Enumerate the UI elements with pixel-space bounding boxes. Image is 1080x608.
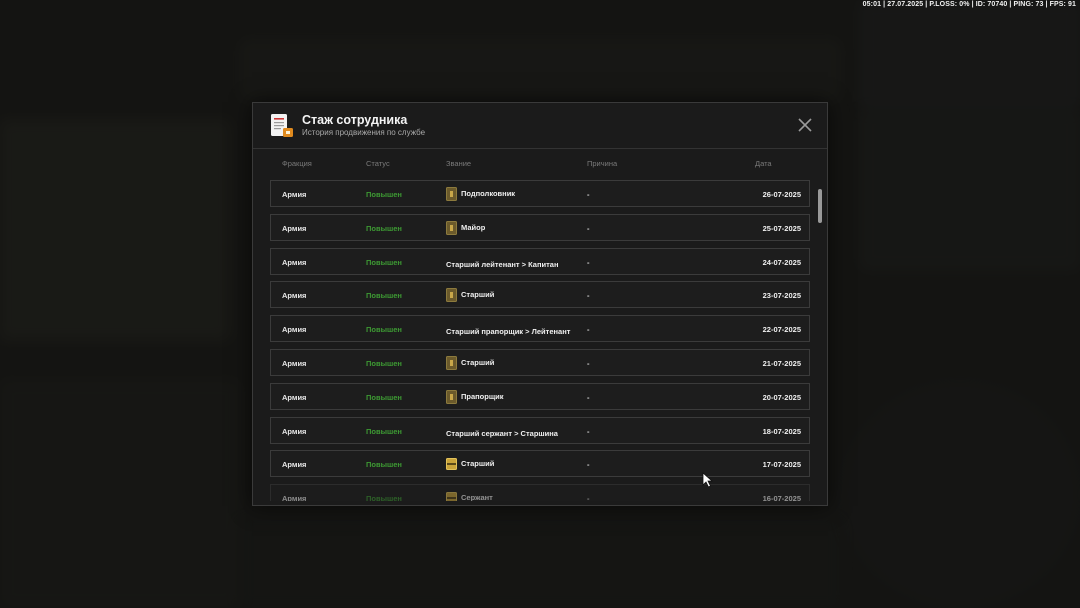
- cell-faction: Армия: [282, 426, 307, 436]
- table-header: Фракция Статус Звание Причина Дата: [253, 149, 827, 177]
- cell-faction: Армия: [282, 257, 307, 267]
- cell-date: 25-07-2025: [762, 223, 801, 233]
- cell-status: Повышен: [366, 494, 402, 501]
- cell-status: Повышен: [366, 291, 402, 301]
- cell-date: 17-07-2025: [762, 460, 801, 470]
- cell-status: Повышен: [366, 392, 402, 402]
- cell-rank: Старший: [446, 457, 494, 471]
- table-row[interactable]: Армия Повышен Майор - 25-07-2025: [270, 213, 810, 241]
- column-status: Статус: [366, 159, 390, 168]
- rank-label: Старший сержант > Старшина: [446, 428, 558, 438]
- cell-reason: -: [587, 392, 590, 402]
- cell-faction: Армия: [282, 223, 307, 233]
- rank-insignia-icon: [446, 187, 457, 201]
- cell-rank: Прапорщик: [446, 389, 504, 404]
- rank-insignia-icon: [446, 492, 457, 501]
- cell-faction: Армия: [282, 494, 307, 501]
- cell-faction: Армия: [282, 359, 307, 368]
- rank-insignia-icon: [446, 220, 457, 235]
- hud-stats: 05:01 | 27.07.2025 | P.LOSS: 0% | ID: 70…: [862, 1, 1076, 8]
- history-list[interactable]: Армия Повышен Подполковник -26-07-2025 Армия…: [270, 177, 811, 501]
- cell-status: Повышен: [366, 223, 402, 233]
- modal-subtitle: История продвижения по службе: [302, 128, 426, 137]
- cell-date: 26-07-2025: [762, 190, 801, 199]
- cell-reason: -: [587, 223, 590, 233]
- cell-reason: -: [587, 190, 590, 199]
- cell-reason: -: [587, 426, 590, 436]
- rank-label: Старший прапорщик > Лейтенант: [446, 327, 571, 337]
- cell-status: Повышен: [366, 460, 402, 470]
- cell-reason: -: [587, 494, 590, 501]
- cell-faction: Армия: [282, 190, 307, 199]
- cell-rank: Старший: [446, 356, 494, 370]
- column-date: Дата: [755, 159, 772, 168]
- table-row[interactable]: Армия Повышен Прапорщик - 20-07-2025: [270, 382, 810, 410]
- modal-header: Стаж сотрудника История продвижения по с…: [253, 103, 827, 149]
- rank-label: Старший лейтенант > Капитан: [446, 259, 559, 269]
- column-reason: Причина: [587, 159, 618, 168]
- cell-rank: Старший сержант > Старшина: [446, 427, 558, 441]
- table-row[interactable]: Армия Повышен Старший лейтенант > Капитан -…: [270, 247, 810, 275]
- cell-rank: Майор: [446, 220, 486, 235]
- cell-rank: Старший: [446, 288, 495, 303]
- rank-label: Подполковник: [461, 189, 516, 198]
- modal-title: Стаж сотрудника: [302, 113, 408, 127]
- rank-label: Сержант: [461, 493, 493, 501]
- cell-reason: -: [587, 460, 590, 470]
- cell-date: 24-07-2025: [762, 257, 801, 267]
- rank-label: Старший: [461, 459, 495, 469]
- cell-date: 23-07-2025: [762, 291, 801, 301]
- rank-label: Старший: [461, 290, 495, 300]
- cell-status: Повышен: [366, 325, 402, 335]
- rank-label: Майор: [461, 222, 486, 232]
- rank-insignia-icon: [446, 356, 457, 370]
- table-row[interactable]: Армия Повышен Старший прапорщик > Лейтенан…: [270, 315, 810, 343]
- cell-reason: -: [587, 291, 590, 301]
- column-faction: Фракция: [282, 159, 312, 168]
- cell-date: 20-07-2025: [762, 392, 801, 402]
- cell-faction: Армия: [282, 392, 307, 402]
- cell-rank: Старший лейтенант > Капитан: [446, 258, 559, 272]
- cell-date: 21-07-2025: [762, 359, 801, 368]
- table-row[interactable]: Армия Повышен Подполковник - 26-07-2025: [270, 180, 810, 207]
- rank-insignia-icon: [446, 389, 457, 404]
- cell-status: Повышен: [366, 257, 402, 267]
- cell-status: Повышен: [366, 190, 402, 199]
- cell-reason: -: [587, 359, 590, 368]
- table-row[interactable]: Армия Повышен Сержант - 16-07-2025: [270, 484, 810, 501]
- scrollbar-thumb[interactable]: [818, 189, 822, 223]
- cell-faction: Армия: [282, 325, 307, 335]
- table-row[interactable]: Армия Повышен Старший - 21-07-2025: [270, 349, 810, 376]
- cell-rank: Сержант: [446, 491, 493, 501]
- cell-faction: Армия: [282, 291, 307, 301]
- rank-label: Старший: [461, 358, 495, 367]
- cell-date: 22-07-2025: [762, 325, 801, 335]
- rank-insignia-icon: [446, 288, 457, 303]
- cell-status: Повышен: [366, 426, 402, 436]
- document-badge-icon: [271, 114, 293, 137]
- cell-date: 18-07-2025: [762, 426, 801, 436]
- rank-insignia-icon: [446, 458, 457, 471]
- table-row[interactable]: Армия Повышен Старший - 23-07-2025: [270, 281, 810, 309]
- cell-rank: Подполковник: [446, 187, 515, 201]
- cell-faction: Армия: [282, 460, 307, 470]
- mouse-cursor-icon: [702, 472, 714, 488]
- cell-rank: Старший прапорщик > Лейтенант: [446, 325, 570, 339]
- rank-label: Прапорщик: [461, 391, 504, 401]
- cell-reason: -: [587, 257, 590, 267]
- table-row[interactable]: Армия Повышен Старший сержант > Старшина - 1…: [270, 416, 810, 444]
- close-icon[interactable]: [798, 118, 812, 132]
- column-rank: Звание: [446, 159, 472, 168]
- cell-reason: -: [587, 325, 590, 335]
- table-row[interactable]: Армия Повышен Старший - 17-07-2025: [270, 450, 810, 478]
- seniority-modal: Стаж сотрудника История продвижения по с…: [252, 102, 828, 506]
- cell-status: Повышен: [366, 359, 402, 368]
- cell-date: 16-07-2025: [762, 494, 801, 501]
